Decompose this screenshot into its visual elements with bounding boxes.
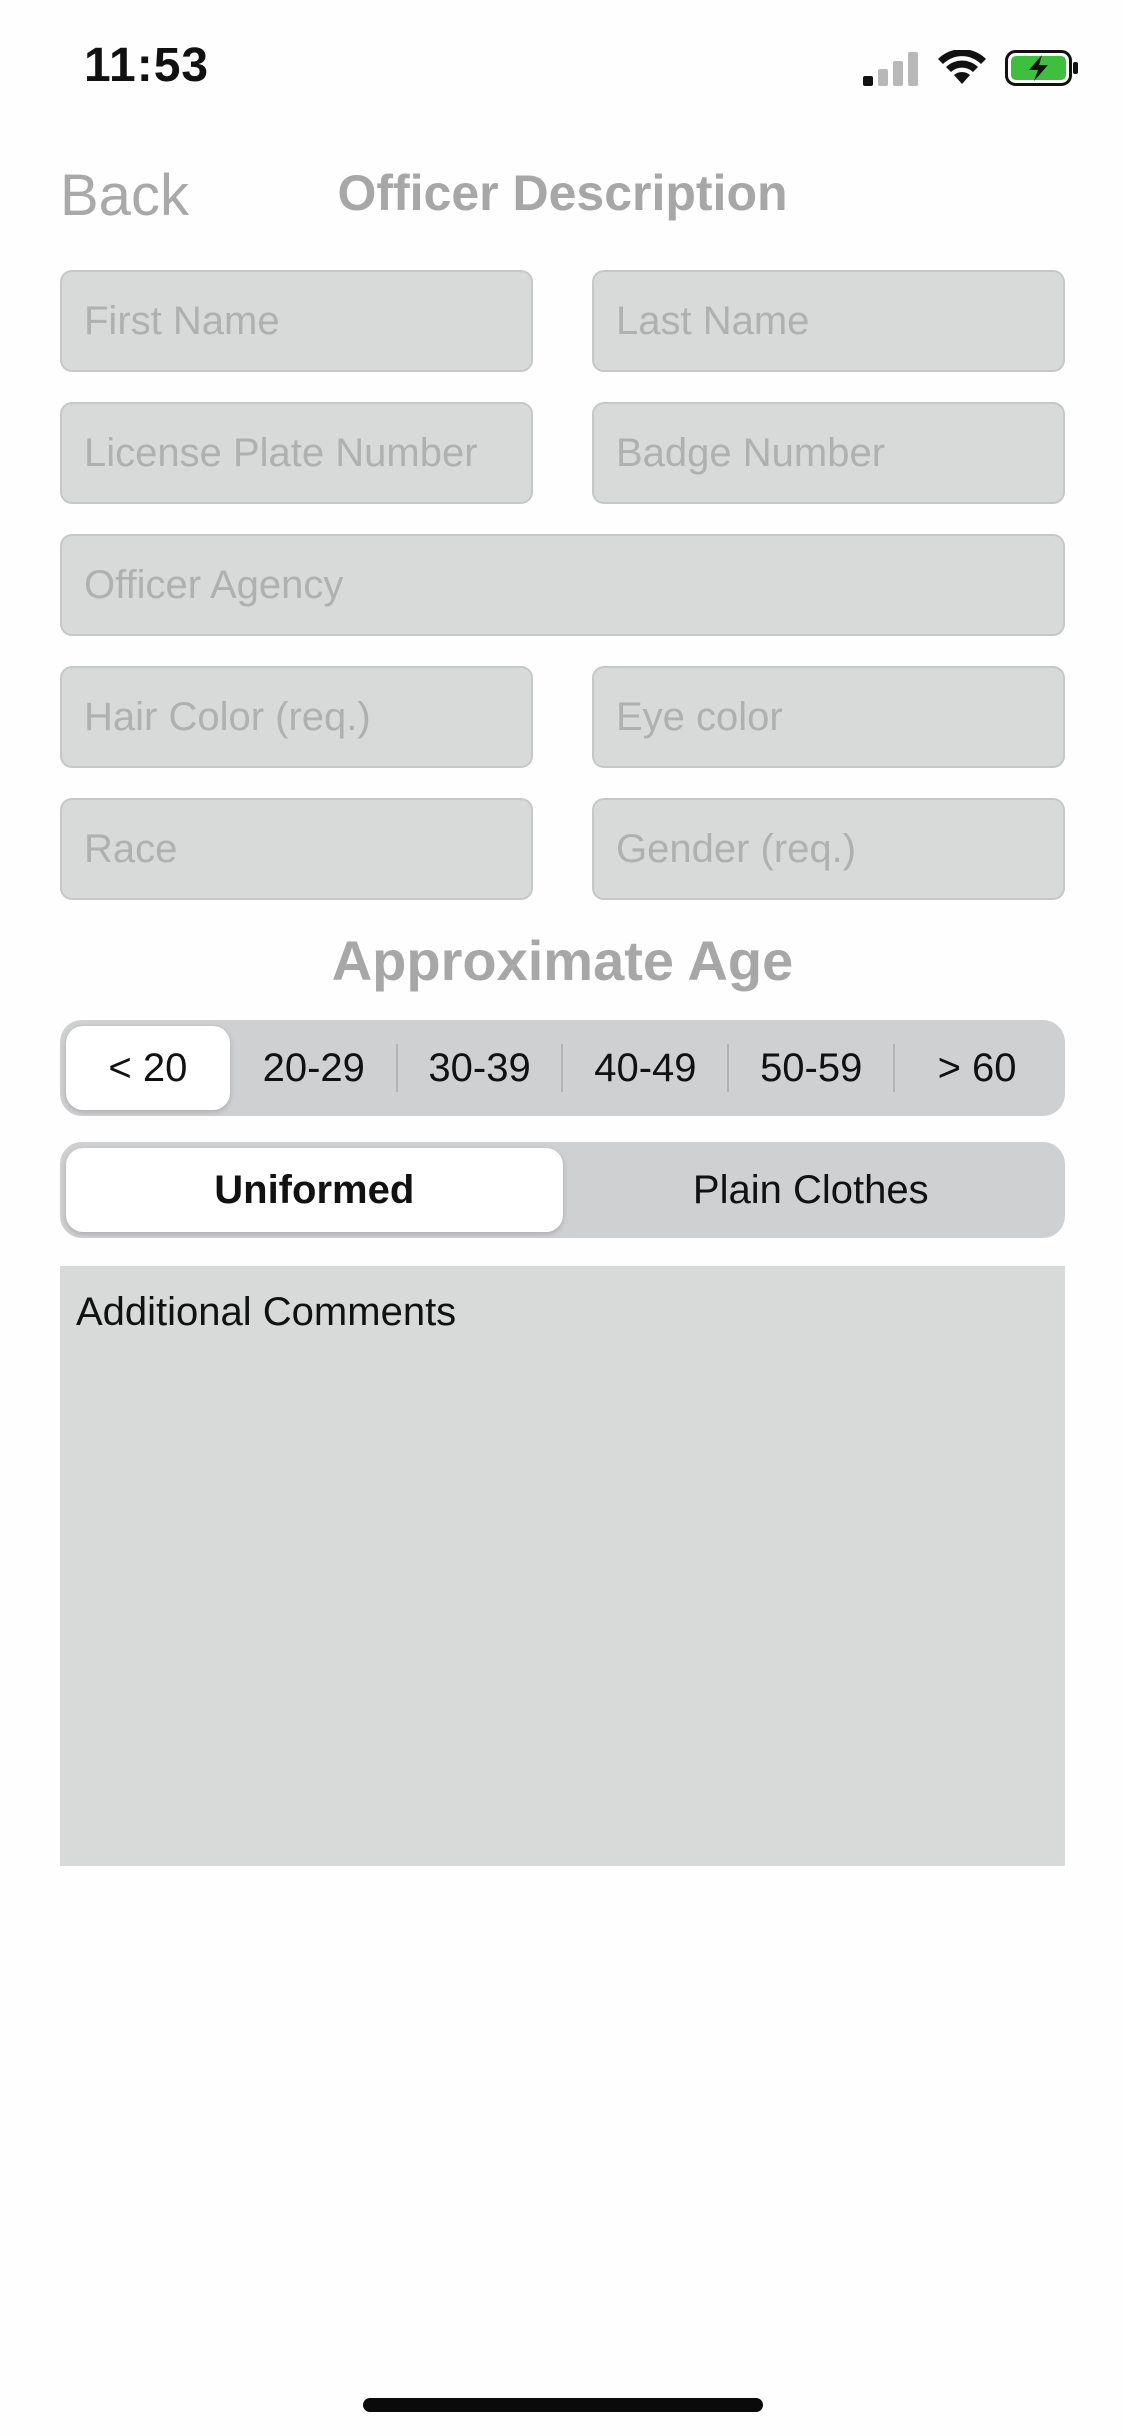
cellular-signal-icon <box>863 52 918 86</box>
gender-input[interactable] <box>616 826 1041 872</box>
age-option-40-49[interactable]: 40-49 <box>563 1026 727 1110</box>
badge-number-field-container <box>592 402 1065 504</box>
race-input[interactable] <box>84 826 509 872</box>
eye-color-input[interactable] <box>616 694 1041 740</box>
race-field-container <box>60 798 533 900</box>
page-title: Officer Description <box>337 165 788 221</box>
badge-number-input[interactable] <box>616 430 1041 476</box>
status-icons <box>863 48 1081 88</box>
attire-option-uniformed[interactable]: Uniformed <box>66 1148 563 1232</box>
approximate-age-heading: Approximate Age <box>331 929 794 992</box>
hair-color-input[interactable] <box>84 694 509 740</box>
officer-agency-input[interactable] <box>84 562 1041 608</box>
officer-agency-field-container <box>60 534 1065 636</box>
battery-charging-icon <box>1005 50 1078 86</box>
age-option-under-20[interactable]: < 20 <box>66 1026 230 1110</box>
eye-color-field-container <box>592 666 1065 768</box>
status-bar: 11:53 <box>0 0 1125 140</box>
age-option-20-29[interactable]: 20-29 <box>232 1026 396 1110</box>
age-option-50-59[interactable]: 50-59 <box>729 1026 893 1110</box>
license-plate-field-container <box>60 402 533 504</box>
status-time: 11:53 <box>84 39 210 92</box>
first-name-input[interactable] <box>84 298 509 344</box>
home-indicator[interactable] <box>363 2398 763 2412</box>
additional-comments-textarea[interactable]: Additional Comments <box>60 1266 1065 1866</box>
age-option-30-39[interactable]: 30-39 <box>398 1026 562 1110</box>
age-segmented-control: < 20 20-29 30-39 40-49 50-59 > 60 <box>60 1020 1065 1116</box>
age-option-over-60[interactable]: > 60 <box>895 1026 1059 1110</box>
hair-color-field-container <box>60 666 533 768</box>
license-plate-input[interactable] <box>84 430 509 476</box>
gender-field-container <box>592 798 1065 900</box>
last-name-input[interactable] <box>616 298 1041 344</box>
attire-segmented-control: Uniformed Plain Clothes <box>60 1142 1065 1238</box>
last-name-field-container <box>592 270 1065 372</box>
wifi-icon <box>938 50 986 84</box>
attire-option-plain-clothes[interactable]: Plain Clothes <box>563 1148 1060 1232</box>
first-name-field-container <box>60 270 533 372</box>
